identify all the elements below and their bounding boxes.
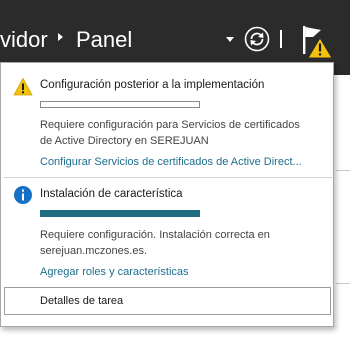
refresh-icon[interactable] [244,26,270,52]
breadcrumb-panel[interactable]: Panel [76,26,132,54]
warning-icon [13,77,33,96]
flag-warning-icon[interactable] [297,22,335,60]
add-roles-features-link[interactable]: Agregar roles y características [40,266,189,278]
header-divider [280,30,282,48]
task-title: Configuración posterior a la implementac… [40,79,265,91]
task-details-button[interactable]: Detalles de tarea [4,287,331,315]
task-description-line: de Active Directory en SEREJUAN [40,135,209,147]
task-description-line: Requiere configuración para Servicios de… [40,119,300,131]
breadcrumb-separator-icon [58,33,63,41]
task-details-label: Detalles de tarea [40,295,124,307]
background-divider [336,283,350,284]
task-title: Instalación de característica [40,188,183,200]
notifications-panel: Configuración posterior a la implementac… [0,62,334,327]
background-divider [336,170,350,171]
info-icon [14,186,32,204]
task-progress-bar [40,210,200,217]
task-separator [4,177,332,178]
task-description-line: Requiere configuración. Instalación corr… [40,229,270,241]
configure-adcs-link[interactable]: Configurar Servicios de certificados de … [40,156,302,168]
caret-down-icon[interactable] [226,37,234,42]
breadcrumb-server[interactable]: vidor [0,26,48,54]
background-content [334,75,350,351]
task-progress-bar [40,101,200,108]
task-description-line: serejuan.mczones.es. [40,245,147,257]
